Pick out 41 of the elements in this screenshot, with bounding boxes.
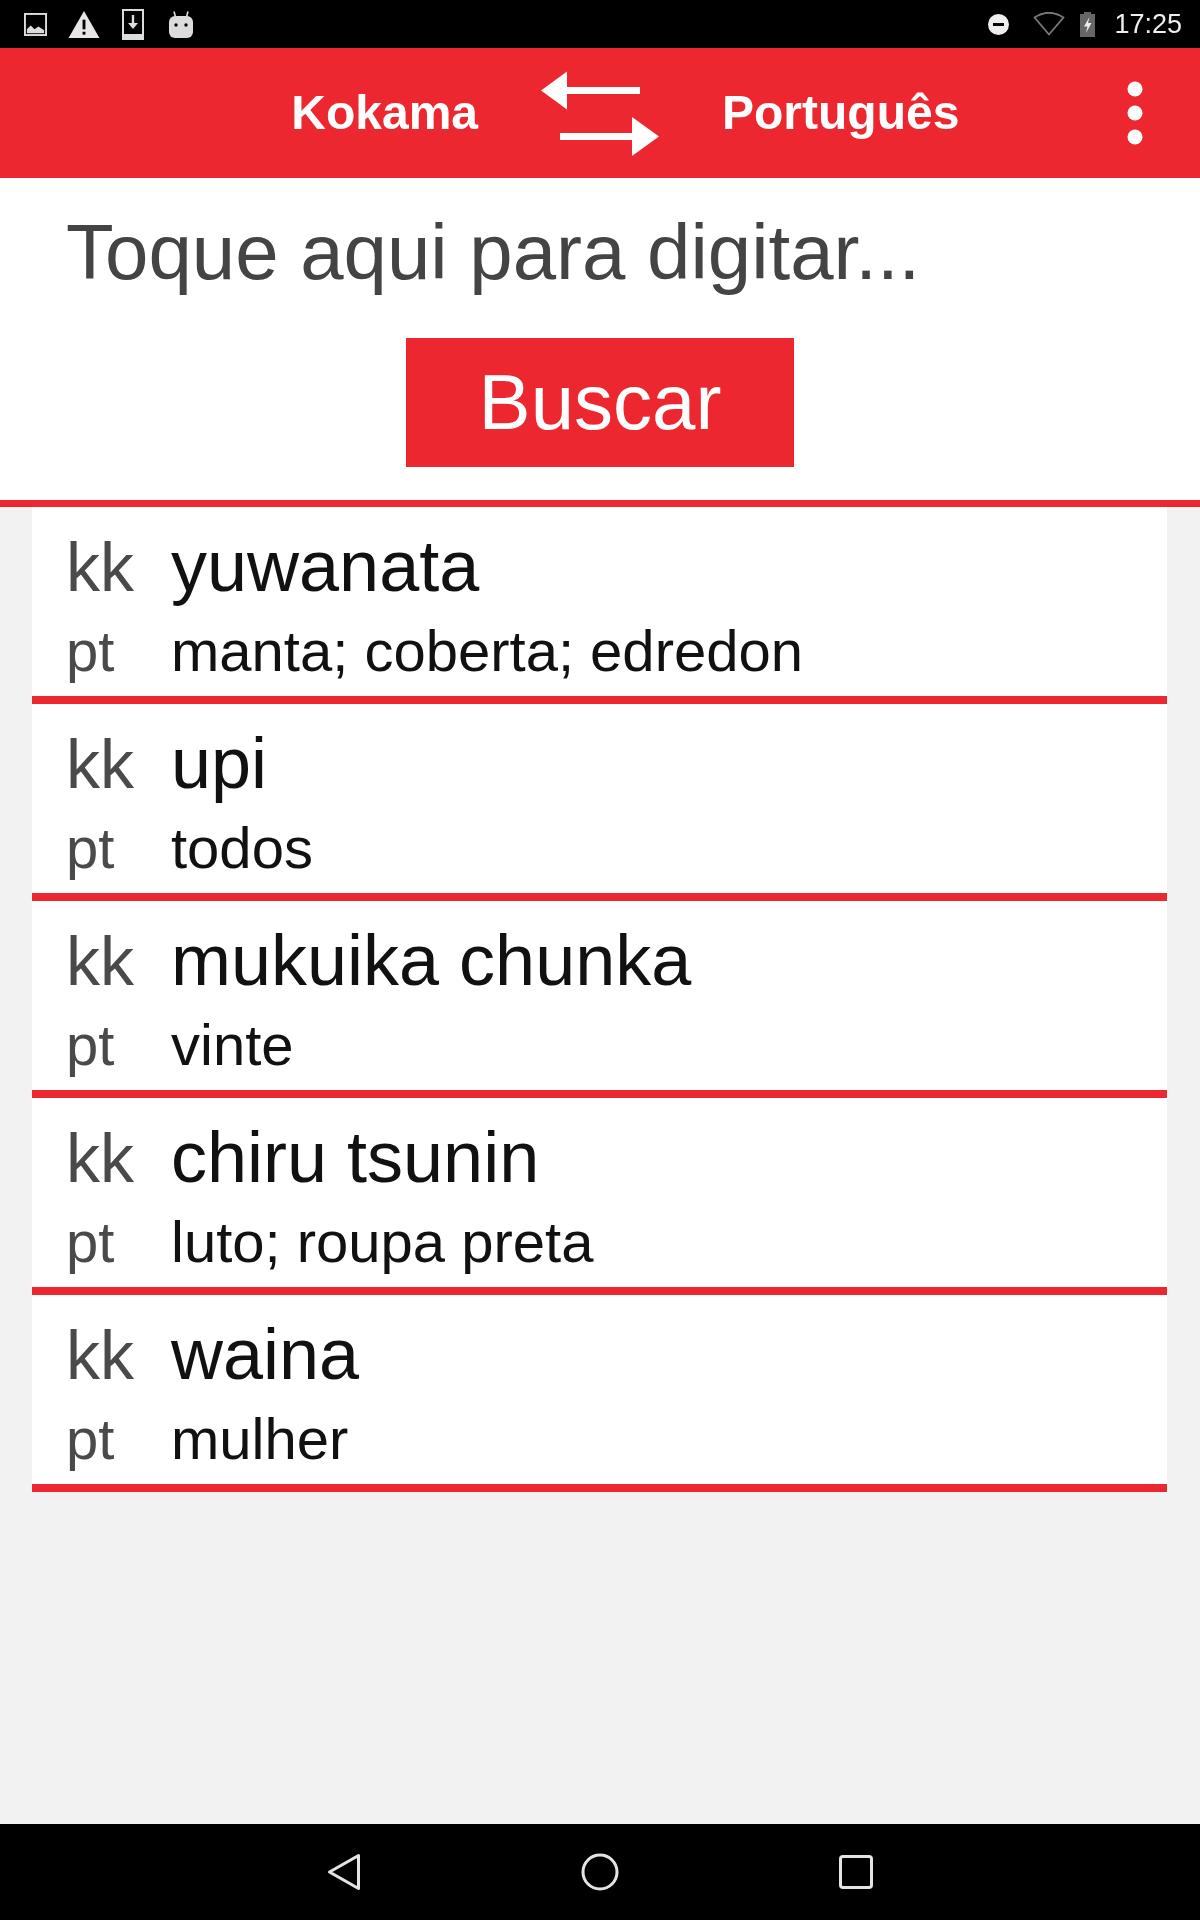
download-icon xyxy=(122,8,144,40)
headword: waina xyxy=(171,1313,360,1395)
robot-head-icon xyxy=(169,10,193,38)
headword: upi xyxy=(171,722,268,804)
warning-icon xyxy=(68,10,100,38)
back-icon[interactable] xyxy=(327,1853,361,1891)
translation: luto; roupa preta xyxy=(171,1208,594,1276)
language-code: pt xyxy=(66,1208,116,1276)
headword: chiru tsunin xyxy=(171,1116,540,1198)
result-card[interactable]: kk chiru tsunin pt luto; roupa preta xyxy=(32,1098,1167,1287)
language-code: pt xyxy=(66,814,116,882)
language-code: kk xyxy=(66,1119,135,1198)
translation: manta; coberta; edredon xyxy=(171,617,803,685)
translation: mulher xyxy=(171,1405,349,1473)
do-not-disturb-icon xyxy=(988,13,1010,35)
wifi-icon xyxy=(1033,12,1066,36)
language-code: kk xyxy=(66,1316,135,1395)
status-time: 17:25 xyxy=(1114,9,1182,39)
search-button[interactable]: Buscar xyxy=(406,338,794,467)
headword: mukuika chunka xyxy=(171,919,692,1001)
swap-languages-icon[interactable] xyxy=(540,70,660,156)
target-language-button[interactable]: Português xyxy=(722,85,960,141)
result-card[interactable]: kk upi pt todos xyxy=(32,704,1167,893)
headword: yuwanata xyxy=(171,525,480,607)
image-icon xyxy=(24,12,47,36)
language-code: pt xyxy=(66,1405,116,1473)
battery-icon xyxy=(1080,11,1096,37)
language-code: pt xyxy=(66,1011,116,1079)
language-code: kk xyxy=(66,725,135,804)
language-code: kk xyxy=(66,922,135,1001)
translation: vinte xyxy=(171,1011,294,1079)
language-code: pt xyxy=(66,617,116,685)
result-card[interactable]: kk waina pt mulher xyxy=(32,1295,1167,1484)
recents-icon[interactable] xyxy=(839,1855,873,1889)
result-card[interactable]: kk mukuika chunka pt vinte xyxy=(32,901,1167,1090)
result-card[interactable]: kk yuwanata pt manta; coberta; edredon xyxy=(32,507,1167,696)
translation: todos xyxy=(171,814,313,882)
overflow-menu-icon[interactable] xyxy=(1127,81,1143,145)
home-icon[interactable] xyxy=(581,1853,619,1891)
language-code: kk xyxy=(66,528,135,607)
source-language-button[interactable]: Kokama xyxy=(291,85,478,141)
